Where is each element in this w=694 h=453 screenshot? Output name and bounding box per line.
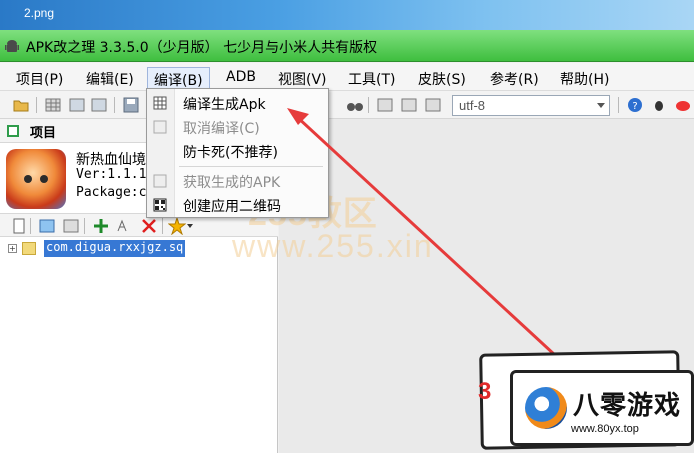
window-title: APK改之理 3.3.5.0（少月版） 七少月与小米人共有版权 — [26, 40, 378, 56]
project-icon — [7, 125, 19, 137]
screenshot-root: 2.png APK改之理 3.3.5.0（少月版） 七少月与小米人共有版权 项目… — [0, 0, 694, 453]
window-icon[interactable] — [90, 96, 108, 114]
menu-help[interactable]: 帮助(H) — [554, 67, 615, 89]
menu-item-get-apk[interactable]: 获取生成的APK — [147, 169, 328, 193]
toolbar-separator — [36, 97, 37, 113]
avatar-eye — [24, 175, 32, 183]
weibo-icon[interactable] — [674, 96, 692, 114]
folder-icon — [22, 242, 36, 255]
toolbar-separator — [618, 97, 619, 113]
menu-view[interactable]: 视图(V) — [272, 67, 333, 89]
app-icon-image — [6, 149, 66, 209]
app-version: Ver:1.1.1 — [76, 167, 147, 182]
menu-separator — [179, 166, 323, 167]
watermark-url: www.255.xin — [232, 228, 434, 264]
menu-project[interactable]: 项目(P) — [10, 67, 69, 89]
encoding-select-value: utf-8 — [459, 98, 486, 113]
toolbar-separator — [84, 218, 85, 234]
menu-tools[interactable]: 工具(T) — [342, 67, 401, 89]
menu-item-label: 取消编译(C) — [183, 121, 260, 137]
image-icon[interactable] — [424, 96, 442, 114]
build-menu-dropdown: 编译生成Apk 取消编译(C) 防卡死(不推荐) 获取生成的APK 创建应用二维… — [146, 88, 329, 218]
qrcode-icon — [153, 198, 167, 212]
tree-expand-icon[interactable]: + — [8, 244, 17, 253]
save-icon[interactable] — [122, 96, 140, 114]
toolbar-separator — [368, 97, 369, 113]
chevron-down-icon[interactable] — [187, 224, 193, 228]
menu-reference[interactable]: 参考(R) — [484, 67, 545, 89]
window-icon[interactable] — [68, 96, 86, 114]
menu-edit[interactable]: 编辑(E) — [80, 67, 140, 89]
image-icon[interactable] — [62, 217, 80, 235]
build-icon — [153, 96, 167, 110]
encoding-select[interactable]: utf-8 — [452, 95, 610, 116]
menu-item-label: 编译生成Apk — [183, 97, 266, 113]
plus-icon[interactable] — [92, 217, 110, 235]
desktop-background: 2.png — [0, 0, 694, 30]
cancel-build-icon — [153, 120, 167, 134]
menu-item-cancel-build[interactable]: 取消编译(C) — [147, 115, 328, 139]
document-icon[interactable] — [10, 217, 28, 235]
main-toolbar: utf-8 ? — [0, 91, 694, 119]
menu-item-label: 创建应用二维码 — [183, 199, 281, 215]
app-package: Package:c — [76, 185, 147, 200]
grid-icon[interactable] — [44, 96, 62, 114]
get-apk-icon — [153, 174, 167, 188]
bug-icon[interactable] — [650, 96, 668, 114]
desktop-filename: 2.png — [24, 6, 55, 20]
logo-number: 3 — [478, 378, 492, 405]
site-logo: 3 八零游戏 www.80yx.top — [474, 348, 694, 453]
svg-text:?: ? — [632, 101, 637, 112]
app-name: 新热血仙境 — [76, 152, 146, 168]
menu-item-label: 获取生成的APK — [183, 175, 281, 191]
star-icon[interactable] — [168, 217, 186, 235]
spellcheck-icon[interactable] — [116, 217, 134, 235]
menu-item-anti-freeze[interactable]: 防卡死(不推荐) — [147, 139, 328, 163]
delete-icon[interactable] — [140, 217, 158, 235]
menu-adb[interactable]: ADB — [220, 67, 262, 89]
logo-mark-icon — [525, 387, 567, 429]
menu-item-build-apk[interactable]: 编译生成Apk — [147, 91, 328, 115]
image-icon[interactable] — [400, 96, 418, 114]
window-titlebar[interactable]: APK改之理 3.3.5.0（少月版） 七少月与小米人共有版权 — [0, 30, 694, 62]
project-panel-title: 项目 — [30, 126, 57, 141]
menu-item-create-qrcode[interactable]: 创建应用二维码 — [147, 193, 328, 217]
menu-skin[interactable]: 皮肤(S) — [412, 67, 472, 89]
help-icon[interactable]: ? — [626, 96, 644, 114]
logo-url: www.80yx.top — [571, 423, 639, 435]
tree-root-label[interactable]: com.digua.rxxjgz.sq — [44, 240, 186, 257]
logo-card: 八零游戏 www.80yx.top — [510, 370, 694, 446]
android-icon — [5, 40, 19, 52]
image-add-icon[interactable] — [38, 217, 56, 235]
menubar: 项目(P) 编辑(E) 编译(B) ADB 视图(V) 工具(T) 皮肤(S) … — [0, 63, 694, 91]
logo-name: 八零游戏 — [573, 391, 682, 421]
menu-item-label: 防卡死(不推荐) — [183, 145, 278, 161]
chevron-down-icon — [597, 103, 605, 108]
project-tree: + com.digua.rxxjgz.sq — [0, 239, 278, 453]
toolbar-separator — [114, 97, 115, 113]
binoculars-icon[interactable] — [346, 96, 364, 114]
image-icon[interactable] — [376, 96, 394, 114]
avatar-eye — [40, 175, 48, 183]
open-folder-icon[interactable] — [12, 96, 30, 114]
toolbar-separator — [30, 218, 31, 234]
menu-build[interactable]: 编译(B) — [147, 67, 210, 89]
toolbar-separator — [162, 218, 163, 234]
